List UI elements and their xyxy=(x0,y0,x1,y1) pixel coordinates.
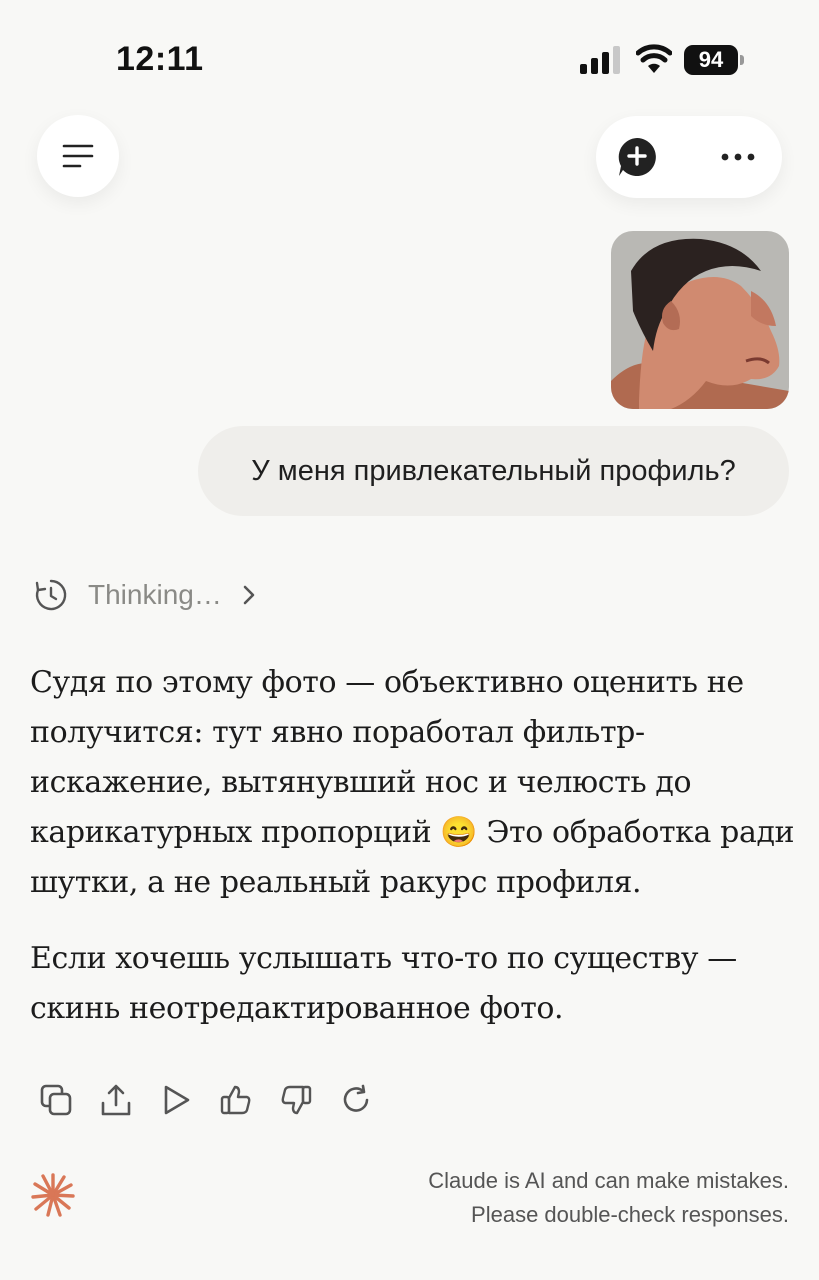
copy-icon xyxy=(40,1084,72,1116)
new-chat-button[interactable] xyxy=(612,132,662,182)
disclaimer-line-1: Claude is AI and can make mistakes. xyxy=(428,1168,789,1193)
share-icon xyxy=(101,1084,131,1116)
new-chat-plus-icon xyxy=(618,138,656,176)
top-actions-pill xyxy=(596,116,782,198)
more-dots-icon xyxy=(721,153,755,161)
status-time: 12:11 xyxy=(116,40,204,78)
battery-indicator: 94 xyxy=(684,45,744,75)
battery-level: 94 xyxy=(684,45,738,75)
response-paragraph-2: Если хочешь услышать что-то по существу … xyxy=(30,941,737,1026)
thumbs-up-icon xyxy=(220,1085,251,1115)
assistant-response: Судя по этому фото — объективно оценить … xyxy=(30,658,800,1060)
retry-button[interactable] xyxy=(336,1080,376,1120)
clock-history-icon xyxy=(35,579,67,611)
claude-logo-icon xyxy=(31,1173,75,1217)
more-options-button[interactable] xyxy=(712,132,764,182)
thinking-label: Thinking… xyxy=(88,579,222,610)
profile-photo-image xyxy=(611,231,789,409)
user-message-text: У меня привлекательный профиль? xyxy=(251,454,736,487)
thumbs-up-button[interactable] xyxy=(216,1080,256,1120)
share-button[interactable] xyxy=(96,1080,136,1120)
battery-tip xyxy=(740,55,744,65)
chevron-right-icon xyxy=(243,585,255,605)
cellular-signal-icon xyxy=(580,46,620,74)
sidebar-menu-button[interactable] xyxy=(37,115,119,197)
grinning-emoji: 😄 xyxy=(440,815,478,850)
retry-icon xyxy=(343,1084,369,1112)
thumbs-down-button[interactable] xyxy=(276,1080,316,1120)
wifi-icon xyxy=(636,44,672,73)
thinking-toggle[interactable]: Thinking… xyxy=(34,574,256,616)
disclaimer-line-2: Please double-check responses. xyxy=(471,1202,789,1227)
copy-button[interactable] xyxy=(36,1080,76,1120)
thumbs-down-icon xyxy=(281,1085,312,1115)
status-bar: 12:11 94 xyxy=(0,0,819,110)
user-attached-photo[interactable] xyxy=(611,231,789,409)
menu-lines-icon xyxy=(62,144,94,168)
read-aloud-button[interactable] xyxy=(156,1080,196,1120)
ai-disclaimer: Claude is AI and can make mistakes. Plea… xyxy=(428,1164,789,1232)
play-icon xyxy=(164,1085,190,1115)
message-actions xyxy=(36,1080,396,1120)
response-paragraph-1: Судя по этому фото — объективно оценить … xyxy=(30,658,800,908)
user-message-bubble: У меня привлекательный профиль? xyxy=(198,426,789,516)
